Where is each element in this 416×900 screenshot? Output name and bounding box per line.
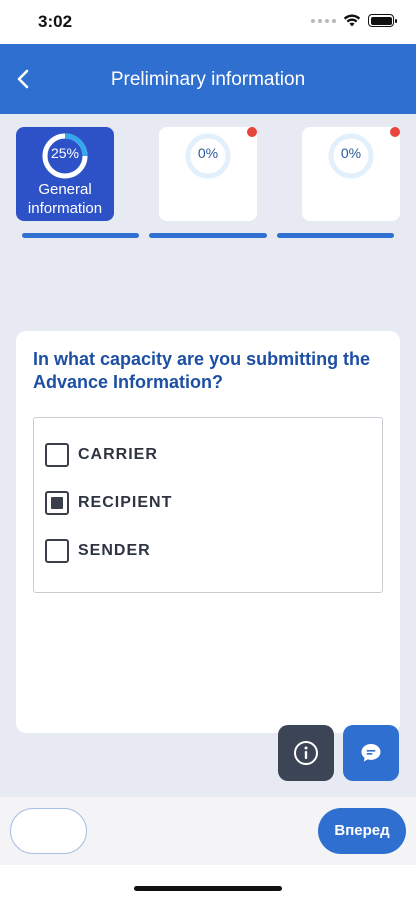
wifi-icon bbox=[343, 14, 361, 27]
option-label: SENDER bbox=[78, 542, 151, 559]
step-indicator-line bbox=[277, 233, 394, 238]
info-button[interactable] bbox=[278, 725, 334, 781]
options-group: CARRIER RECIPIENT SENDER bbox=[33, 417, 383, 593]
step-card-1[interactable]: 25% General information bbox=[16, 127, 114, 221]
status-bar: 3:02 bbox=[0, 0, 416, 44]
step-card-3[interactable]: 0% bbox=[302, 127, 400, 221]
step-label: General information bbox=[16, 180, 114, 218]
page-title: Preliminary information bbox=[110, 69, 306, 90]
checkbox-carrier[interactable] bbox=[45, 443, 69, 467]
chat-button[interactable] bbox=[343, 725, 399, 781]
option-recipient[interactable]: RECIPIENT bbox=[45, 490, 172, 516]
progress-percent: 0% bbox=[197, 145, 219, 161]
info-icon bbox=[294, 741, 318, 765]
status-time: 3:02 bbox=[38, 12, 73, 31]
checkbox-recipient[interactable] bbox=[45, 491, 69, 515]
progress-percent: 25% bbox=[50, 145, 80, 161]
step-indicator-line bbox=[149, 233, 267, 238]
step-label-line: information bbox=[27, 200, 103, 217]
chat-icon bbox=[361, 744, 381, 762]
option-label: RECIPIENT bbox=[78, 494, 173, 511]
app-header: Preliminary information bbox=[0, 44, 416, 114]
footer-bar: Назад Вперед bbox=[0, 797, 416, 865]
status-icons bbox=[311, 14, 397, 27]
home-area bbox=[0, 865, 416, 900]
option-label: CARRIER bbox=[78, 446, 158, 463]
battery-icon bbox=[368, 14, 397, 27]
back-step-button[interactable]: Назад bbox=[10, 808, 87, 854]
option-carrier[interactable]: CARRIER bbox=[45, 442, 158, 468]
question-text: In what capacity are you submitting the … bbox=[33, 349, 371, 392]
home-indicator[interactable] bbox=[134, 886, 282, 891]
notification-dot bbox=[247, 127, 257, 137]
step-label-line: General bbox=[38, 181, 92, 198]
next-step-button[interactable]: Вперед bbox=[318, 808, 406, 854]
step-card-2[interactable]: 0% bbox=[159, 127, 257, 221]
signal-icon bbox=[311, 18, 336, 23]
step-indicator-line bbox=[22, 233, 139, 238]
progress-percent: 0% bbox=[340, 145, 362, 161]
option-sender[interactable]: SENDER bbox=[45, 538, 151, 564]
question-card: In what capacity are you submitting the … bbox=[16, 331, 400, 733]
notification-dot bbox=[390, 127, 400, 137]
checkbox-sender[interactable] bbox=[45, 539, 69, 563]
